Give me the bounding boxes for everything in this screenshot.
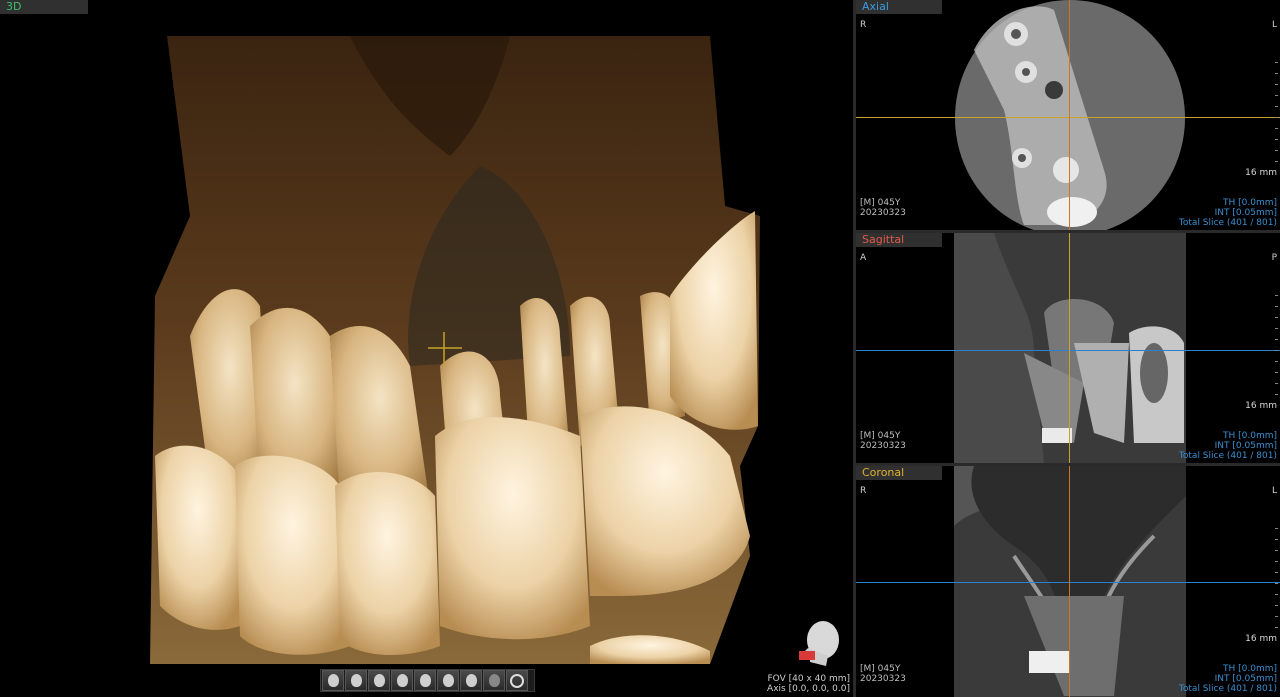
- sagittal-slice-info: TH [0.0mm] INT [0.05mm] Total Slice (401…: [1179, 431, 1277, 461]
- sagittal-right-marker: P: [1271, 253, 1277, 263]
- axial-patient: [M] 045Y: [860, 198, 901, 208]
- head-right-icon: [373, 674, 385, 687]
- head-left-icon: [350, 674, 362, 687]
- head-right-button[interactable]: [368, 670, 390, 691]
- coronal-right-marker: L: [1271, 486, 1277, 496]
- fov-info: FOV [40 x 40 mm] Axis [0.0, 0.0, 0.0]: [767, 674, 850, 694]
- tab-sagittal-label: Sagittal: [862, 233, 905, 246]
- sagittal-patient-info: [M] 045Y 20230323: [860, 431, 906, 451]
- coronal-vertical-crosshair[interactable]: [1069, 466, 1070, 697]
- sagittal-patient: [M] 045Y: [860, 431, 901, 441]
- axial-slice-image[interactable]: [954, 0, 1186, 230]
- sagittal-left-marker: A: [860, 253, 867, 263]
- coronal-slice: Total Slice (401 / 801): [1178, 684, 1277, 694]
- fov-text: FOV [40 x 40 mm]: [767, 674, 851, 684]
- sagittal-slice-image[interactable]: [954, 233, 1186, 463]
- axial-slice: Total Slice (401 / 801): [1178, 218, 1277, 228]
- skull-icon: [465, 674, 477, 687]
- sagittal-th: TH [0.0mm]: [1223, 431, 1277, 441]
- skull-button[interactable]: [460, 670, 482, 691]
- head-bottom-icon: [442, 674, 454, 687]
- head-back-icon: [396, 674, 408, 687]
- rotate-button[interactable]: [506, 670, 528, 691]
- sagittal-int: INT [0.05mm]: [1214, 441, 1277, 451]
- axis-text: Axis [0.0, 0.0, 0.0]: [767, 684, 850, 694]
- tab-coronal-label: Coronal: [862, 466, 905, 479]
- coronal-left-marker: R: [860, 486, 867, 496]
- coronal-scale: 16 mm: [1245, 634, 1277, 644]
- mask-button[interactable]: [483, 670, 505, 691]
- head-left-button[interactable]: [345, 670, 367, 691]
- sagittal-date: 20230323: [860, 441, 906, 451]
- sagittal-horizontal-crosshair[interactable]: [856, 350, 1280, 351]
- axial-vertical-crosshair[interactable]: [1069, 0, 1070, 230]
- tab-sagittal[interactable]: Sagittal: [856, 233, 942, 247]
- head-top-button[interactable]: [414, 670, 436, 691]
- coronal-patient-info: [M] 045Y 20230323: [860, 664, 906, 684]
- coronal-slice-info: TH [0.0mm] INT [0.05mm] Total Slice (401…: [1179, 664, 1277, 694]
- head-bottom-button[interactable]: [437, 670, 459, 691]
- axial-ruler: [1275, 62, 1278, 172]
- sagittal-slice: Total Slice (401 / 801): [1178, 451, 1277, 461]
- mask-icon: [488, 674, 500, 687]
- axial-patient-info: [M] 045Y 20230323: [860, 198, 906, 218]
- axial-int: INT [0.05mm]: [1214, 208, 1277, 218]
- tooth-render-3d[interactable]: [150, 36, 760, 664]
- head-top-icon: [419, 674, 431, 687]
- viewport-sagittal[interactable]: Sagittal A P 16 mm [M] 045Y 20230323 TH …: [856, 233, 1280, 463]
- sagittal-scale: 16 mm: [1245, 401, 1277, 411]
- head-front-icon: [327, 674, 339, 687]
- coronal-horizontal-crosshair[interactable]: [856, 582, 1280, 583]
- axial-th: TH [0.0mm]: [1223, 198, 1277, 208]
- orientation-head-icon: [799, 621, 839, 666]
- head-back-button[interactable]: [391, 670, 413, 691]
- axial-scale: 16 mm: [1245, 168, 1277, 178]
- tab-axial-label: Axial: [862, 0, 889, 13]
- tab-axial[interactable]: Axial: [856, 0, 942, 14]
- head-front-button[interactable]: [322, 670, 344, 691]
- viewport-3d[interactable]: 3D FOV [40 x 40 mm] Axis [0.0, 0.0, 0.0]: [0, 0, 853, 697]
- tab-3d[interactable]: 3D: [0, 0, 88, 14]
- axial-horizontal-crosshair[interactable]: [856, 117, 1280, 118]
- rotate-icon: [510, 673, 524, 688]
- view-orientation-toolbar: [320, 669, 535, 692]
- axial-date: 20230323: [860, 208, 906, 218]
- coronal-th: TH [0.0mm]: [1223, 664, 1277, 674]
- coronal-patient: [M] 045Y: [860, 664, 901, 674]
- coronal-ruler: [1275, 528, 1278, 638]
- sagittal-vertical-crosshair[interactable]: [1069, 233, 1070, 463]
- axial-left-marker: R: [860, 20, 867, 30]
- viewport-axial[interactable]: Axial R L 16 mm [M] 045Y 20230323 TH [0.…: [856, 0, 1280, 230]
- tab-3d-label: 3D: [6, 0, 22, 13]
- sagittal-ruler: [1275, 295, 1278, 405]
- tab-coronal[interactable]: Coronal: [856, 466, 942, 480]
- coronal-int: INT [0.05mm]: [1214, 674, 1277, 684]
- coronal-date: 20230323: [860, 674, 906, 684]
- axial-slice-info: TH [0.0mm] INT [0.05mm] Total Slice (401…: [1179, 198, 1277, 228]
- viewport-coronal[interactable]: Coronal R L 16 mm [M] 045Y 20230323 TH […: [856, 466, 1280, 697]
- axial-right-marker: L: [1271, 20, 1277, 30]
